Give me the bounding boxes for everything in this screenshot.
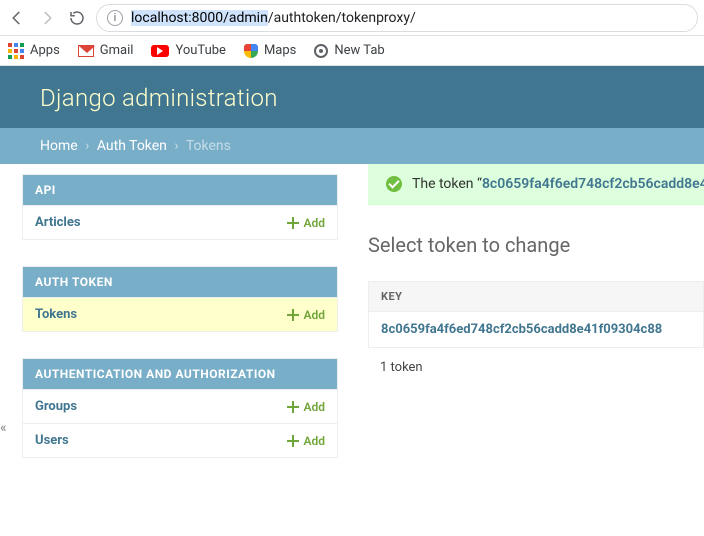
breadcrumb-home[interactable]: Home xyxy=(40,138,78,154)
maps-icon xyxy=(244,44,258,58)
paginator: 1 token xyxy=(368,348,704,381)
app-caption: AUTH TOKEN xyxy=(23,267,337,297)
breadcrumb-current: Tokens xyxy=(186,138,231,154)
model-name: Articles xyxy=(35,215,81,230)
main-content: The token “8c0659fa4f6ed748cf2cb56cadd8e… xyxy=(338,164,704,484)
add-link[interactable]: Add xyxy=(287,434,325,448)
add-link[interactable]: Add xyxy=(287,216,325,230)
add-label: Add xyxy=(303,434,325,448)
model-row-articles[interactable]: Articles Add xyxy=(23,205,337,239)
add-label: Add xyxy=(303,216,325,230)
add-label: Add xyxy=(303,400,325,414)
browser-toolbar: i localhost:8000/admin/authtoken/tokenpr… xyxy=(0,0,704,36)
results-table: KEY 8c0659fa4f6ed748cf2cb56cadd8e41f0930… xyxy=(368,281,704,348)
bookmark-label: YouTube xyxy=(175,43,226,58)
breadcrumb-app[interactable]: Auth Token xyxy=(97,138,167,154)
add-label: Add xyxy=(303,308,325,322)
bookmark-label: Maps xyxy=(264,43,296,58)
sidebar: API Articles Add AUTH TOKEN Tokens Add A… xyxy=(0,164,338,484)
model-name: Users xyxy=(35,433,69,448)
reload-button[interactable] xyxy=(66,7,88,29)
app-caption: AUTHENTICATION AND AUTHORIZATION xyxy=(23,359,337,389)
sidebar-collapse-handle[interactable]: « xyxy=(0,420,7,436)
model-row-tokens[interactable]: Tokens Add xyxy=(23,297,337,331)
app-module-auth: AUTHENTICATION AND AUTHORIZATION Groups … xyxy=(22,358,338,458)
address-bar[interactable]: i localhost:8000/admin/authtoken/tokenpr… xyxy=(96,4,698,32)
bookmark-newtab[interactable]: New Tab xyxy=(314,43,384,58)
breadcrumb-sep: › xyxy=(85,138,89,154)
bookmark-gmail[interactable]: Gmail xyxy=(78,43,134,58)
url-text: localhost:8000/admin/authtoken/tokenprox… xyxy=(131,10,416,26)
django-header: Django administration xyxy=(0,66,704,128)
forward-button[interactable] xyxy=(36,7,58,29)
content-area: Select token to change KEY 8c0659fa4f6ed… xyxy=(338,205,704,381)
bookmark-apps[interactable]: Apps xyxy=(8,43,60,59)
bookmark-youtube[interactable]: YouTube xyxy=(151,43,226,58)
plus-icon xyxy=(287,401,299,413)
success-message: The token “8c0659fa4f6ed748cf2cb56cadd8e… xyxy=(368,164,704,205)
app-caption: API xyxy=(23,175,337,205)
app-module-authtoken: AUTH TOKEN Tokens Add xyxy=(22,266,338,332)
model-name: Tokens xyxy=(35,307,77,322)
breadcrumb-sep: › xyxy=(174,138,178,154)
bookmark-label: Apps xyxy=(30,43,60,58)
add-link[interactable]: Add xyxy=(287,308,325,322)
model-name: Groups xyxy=(35,399,77,414)
message-text: The token “8c0659fa4f6ed748cf2cb56cadd8e… xyxy=(412,176,704,192)
bookmark-maps[interactable]: Maps xyxy=(244,43,296,58)
check-icon xyxy=(386,176,402,192)
site-title: Django administration xyxy=(40,84,664,112)
globe-icon xyxy=(314,44,328,58)
bookmark-label: Gmail xyxy=(100,43,134,58)
back-button[interactable] xyxy=(6,7,28,29)
add-link[interactable]: Add xyxy=(287,400,325,414)
model-row-users[interactable]: Users Add xyxy=(23,423,337,457)
token-key: 8c0659fa4f6ed748cf2cb56cadd8e41f09304c88 xyxy=(381,322,662,337)
table-row[interactable]: 8c0659fa4f6ed748cf2cb56cadd8e41f09304c88 xyxy=(369,311,703,347)
plus-icon xyxy=(287,309,299,321)
breadcrumb: Home › Auth Token › Tokens xyxy=(0,128,704,164)
plus-icon xyxy=(287,435,299,447)
youtube-icon xyxy=(151,45,169,57)
apps-icon xyxy=(8,43,24,59)
app-module-api: API Articles Add xyxy=(22,174,338,240)
site-info-icon[interactable]: i xyxy=(107,10,123,26)
bookmark-label: New Tab xyxy=(334,43,384,58)
page-title: Select token to change xyxy=(368,233,704,257)
bookmarks-bar: Apps Gmail YouTube Maps New Tab xyxy=(0,36,704,66)
gmail-icon xyxy=(78,45,94,57)
table-header-key[interactable]: KEY xyxy=(369,282,703,311)
model-row-groups[interactable]: Groups Add xyxy=(23,389,337,423)
plus-icon xyxy=(287,217,299,229)
